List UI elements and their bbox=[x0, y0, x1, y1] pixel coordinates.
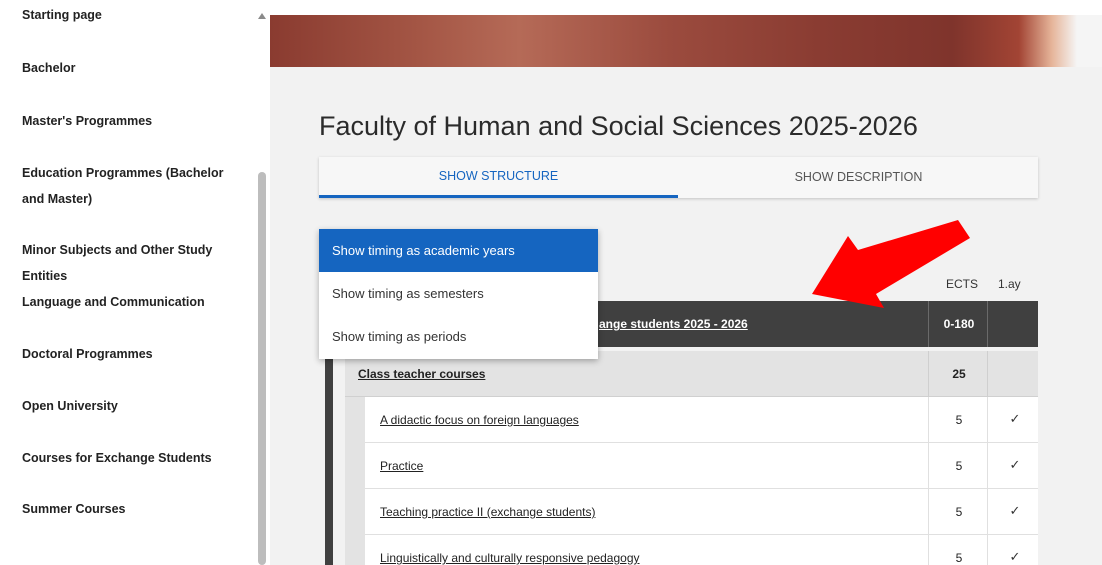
course-ects-value: 5 bbox=[955, 413, 963, 427]
table-row[interactable]: Practice 5 ✓ bbox=[365, 443, 1038, 489]
course-ects-cell: 5 bbox=[928, 397, 988, 443]
course-ects-value: 5 bbox=[955, 459, 963, 473]
menu-item-timing-periods[interactable]: Show timing as periods bbox=[319, 315, 598, 358]
sidebar-item-bachelor[interactable]: Bachelor bbox=[22, 55, 246, 81]
course-title-link[interactable]: Linguistically and culturally responsive… bbox=[380, 551, 640, 565]
sidebar-scrollbar-thumb[interactable] bbox=[258, 172, 266, 565]
sidebar-item-masters-programmes[interactable]: Master's Programmes bbox=[22, 108, 246, 134]
table-row[interactable]: A didactic focus on foreign languages 5 … bbox=[365, 397, 1038, 443]
red-arrow-icon bbox=[812, 220, 970, 308]
table-row[interactable]: Linguistically and culturally responsive… bbox=[365, 535, 1038, 565]
timing-dropdown-menu: Show timing as academic years Show timin… bbox=[319, 229, 598, 359]
menu-item-timing-academic-years[interactable]: Show timing as academic years bbox=[319, 229, 598, 272]
course-ects-cell: 5 bbox=[928, 489, 988, 535]
sidebar-item-exchange-students[interactable]: Courses for Exchange Students bbox=[22, 445, 246, 471]
course-ects-cell: 5 bbox=[928, 443, 988, 489]
course-title-link[interactable]: Teaching practice II (exchange students) bbox=[380, 505, 595, 519]
hierarchy-bar-root bbox=[325, 347, 333, 565]
banner-top-strip bbox=[270, 0, 1102, 15]
check-icon: ✓ bbox=[1009, 457, 1021, 472]
group-row-title[interactable]: Class teacher courses bbox=[358, 367, 485, 381]
header-banner-image bbox=[270, 15, 1102, 67]
check-icon: ✓ bbox=[1009, 503, 1021, 518]
check-icon: ✓ bbox=[1009, 411, 1021, 426]
course-ects-cell: 5 bbox=[928, 535, 988, 565]
tab-show-structure[interactable]: SHOW STRUCTURE bbox=[319, 157, 678, 198]
course-title-link[interactable]: A didactic focus on foreign languages bbox=[380, 413, 579, 427]
sidebar-item-doctoral-programmes[interactable]: Doctoral Programmes bbox=[22, 341, 246, 367]
sidebar-item-summer-courses[interactable]: Summer Courses bbox=[22, 496, 246, 522]
root-row-title[interactable]: ange students 2025 - 2026 bbox=[599, 317, 748, 331]
course-title-link[interactable]: Practice bbox=[380, 459, 423, 473]
scroll-up-icon[interactable] bbox=[258, 13, 266, 19]
sidebar-item-education-programmes[interactable]: Education Programmes (Bachelor and Maste… bbox=[22, 160, 246, 212]
view-tabs: SHOW STRUCTURE SHOW DESCRIPTION bbox=[319, 157, 1038, 198]
check-icon: ✓ bbox=[1009, 549, 1021, 564]
tab-show-description[interactable]: SHOW DESCRIPTION bbox=[679, 157, 1038, 198]
table-row[interactable]: Teaching practice II (exchange students)… bbox=[365, 489, 1038, 535]
course-ects-value: 5 bbox=[955, 551, 963, 565]
hierarchy-bar-group bbox=[345, 397, 365, 565]
menu-item-timing-semesters[interactable]: Show timing as semesters bbox=[319, 272, 598, 315]
group-ects-cell: 25 bbox=[928, 351, 988, 397]
group-ects-value: 25 bbox=[952, 367, 966, 381]
column-header-year: 1.ay bbox=[998, 277, 1021, 291]
sidebar-item-open-university[interactable]: Open University bbox=[22, 393, 246, 419]
course-ects-value: 5 bbox=[955, 505, 963, 519]
main-content: Faculty of Human and Social Sciences 202… bbox=[270, 0, 1102, 565]
page-title: Faculty of Human and Social Sciences 202… bbox=[319, 111, 918, 141]
sidebar-item-starting-page[interactable]: Starting page bbox=[22, 2, 246, 28]
sidebar-item-language-communication[interactable]: Language and Communication bbox=[22, 289, 246, 315]
sidebar-nav: Starting page Bachelor Master's Programm… bbox=[0, 0, 270, 565]
sidebar-item-minor-subjects[interactable]: Minor Subjects and Other Study Entities bbox=[22, 237, 246, 289]
